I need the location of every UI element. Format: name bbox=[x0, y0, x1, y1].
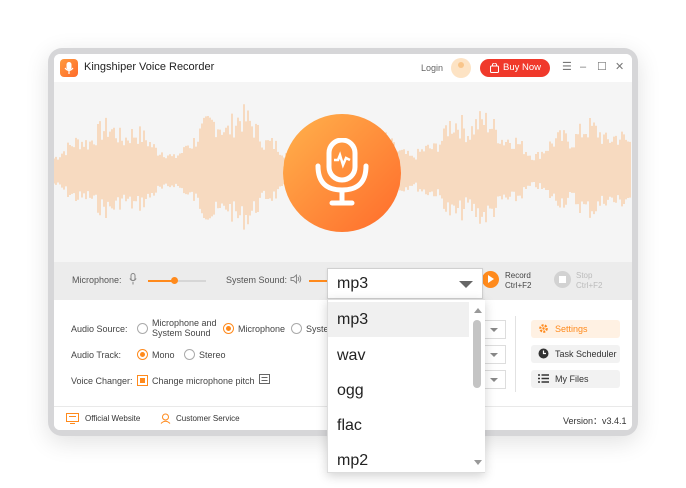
audio-track-label: Audio Track: bbox=[71, 350, 122, 360]
format-dropdown-list: mp3 wav ogg flac mp2 bbox=[327, 299, 485, 473]
voice-changer-checkbox[interactable] bbox=[137, 375, 148, 386]
maximize-icon[interactable]: ☐ bbox=[597, 61, 607, 73]
pitch-settings-icon[interactable] bbox=[259, 374, 270, 384]
voice-changer-label: Voice Changer: bbox=[71, 376, 133, 386]
chevron-down-icon bbox=[459, 281, 473, 288]
shopping-bag-icon bbox=[490, 63, 499, 73]
task-scheduler-button[interactable]: Task Scheduler bbox=[531, 345, 620, 363]
record-label: Record Ctrl+F2 bbox=[505, 271, 531, 291]
radio-microphone[interactable] bbox=[223, 323, 234, 334]
system-sound-slider[interactable] bbox=[309, 280, 329, 282]
radio-system-sound[interactable] bbox=[291, 323, 302, 334]
my-files-button[interactable]: My Files bbox=[531, 370, 620, 388]
buy-now-button[interactable]: Buy Now bbox=[480, 59, 550, 77]
menu-icon[interactable]: ☰ bbox=[562, 61, 572, 73]
customer-service-icon bbox=[160, 413, 171, 424]
stop-label: Stop Ctrl+F2 bbox=[576, 271, 602, 291]
gear-icon bbox=[539, 324, 548, 333]
app-logo-icon bbox=[60, 59, 78, 77]
option-stereo[interactable]: Stereo bbox=[199, 350, 226, 360]
option-mic-and-system-line2: System Sound bbox=[152, 328, 211, 338]
customer-service-link[interactable]: Customer Service bbox=[176, 414, 240, 423]
close-icon[interactable]: ✕ bbox=[615, 61, 624, 73]
record-button[interactable] bbox=[482, 271, 499, 288]
dropdown-option[interactable]: wav bbox=[328, 338, 469, 373]
format-select-toggle[interactable] bbox=[482, 320, 506, 339]
stop-button[interactable] bbox=[554, 271, 571, 288]
official-website-link[interactable]: Official Website bbox=[85, 414, 140, 423]
scroll-up-icon[interactable] bbox=[474, 308, 482, 313]
scroll-down-icon[interactable] bbox=[474, 460, 482, 465]
audio-source-label: Audio Source: bbox=[71, 324, 128, 334]
option-mic-and-system-line1: Microphone and bbox=[152, 318, 217, 328]
record-text: Record bbox=[505, 271, 531, 280]
buy-now-label: Buy Now bbox=[503, 62, 542, 73]
radio-mono[interactable] bbox=[137, 349, 148, 360]
option-microphone[interactable]: Microphone bbox=[238, 324, 285, 334]
system-sound-label: System Sound: bbox=[226, 275, 288, 285]
microphone-icon bbox=[129, 273, 137, 285]
microphone-label: Microphone: bbox=[72, 275, 122, 285]
avatar[interactable] bbox=[451, 58, 471, 78]
speaker-icon bbox=[290, 274, 302, 284]
format-dropdown-value: mp3 bbox=[337, 275, 369, 292]
title-bar: Kingshiper Voice Recorder Login Buy Now … bbox=[54, 54, 632, 82]
my-files-label: My Files bbox=[555, 374, 589, 384]
stop-text: Stop bbox=[576, 271, 593, 280]
app-title: Kingshiper Voice Recorder bbox=[84, 61, 215, 73]
dropdown-scrollbar[interactable] bbox=[470, 300, 485, 472]
radio-stereo[interactable] bbox=[184, 349, 195, 360]
format-dropdown[interactable]: mp3 bbox=[327, 268, 483, 299]
divider bbox=[515, 316, 516, 392]
option-change-pitch[interactable]: Change microphone pitch bbox=[152, 376, 255, 386]
waveform-area bbox=[54, 82, 632, 262]
microphone-slider-knob[interactable] bbox=[171, 277, 179, 284]
dropdown-option[interactable]: mp3 bbox=[328, 302, 469, 337]
quality-select-toggle[interactable] bbox=[482, 345, 506, 364]
dropdown-option[interactable]: mp2 bbox=[328, 443, 469, 478]
scroll-thumb[interactable] bbox=[473, 320, 481, 388]
option-system-sound[interactable]: Syste bbox=[306, 324, 329, 334]
settings-label: Settings bbox=[555, 324, 588, 334]
stop-shortcut: Ctrl+F2 bbox=[576, 281, 603, 290]
radio-mic-and-system[interactable] bbox=[137, 323, 148, 334]
option-mic-and-system[interactable]: Microphone and System Sound bbox=[152, 318, 217, 338]
record-shortcut: Ctrl+F2 bbox=[505, 281, 532, 290]
dropdown-option[interactable]: flac bbox=[328, 408, 469, 443]
monitor-icon bbox=[66, 413, 79, 424]
option-mono[interactable]: Mono bbox=[152, 350, 175, 360]
microphone-record-icon[interactable] bbox=[283, 114, 401, 232]
version-text: Version：v3.4.1 bbox=[563, 416, 627, 426]
minimize-icon[interactable]: – bbox=[580, 61, 586, 73]
task-scheduler-label: Task Scheduler bbox=[555, 349, 617, 359]
dropdown-option[interactable]: ogg bbox=[328, 373, 469, 408]
clock-icon bbox=[538, 348, 549, 359]
settings-button[interactable]: Settings bbox=[531, 320, 620, 338]
pitch-select-toggle[interactable] bbox=[482, 370, 506, 389]
login-link[interactable]: Login bbox=[421, 63, 443, 73]
file-list-icon bbox=[538, 374, 549, 383]
